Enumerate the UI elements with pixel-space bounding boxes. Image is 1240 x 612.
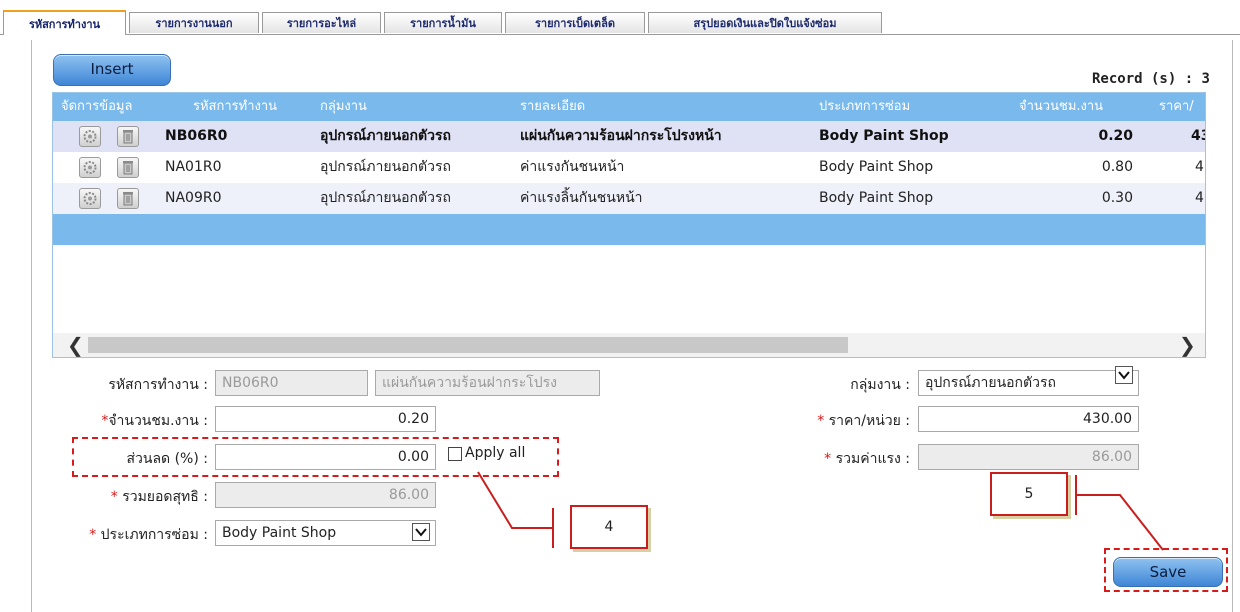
callout-5: 5 — [990, 472, 1068, 516]
callout-4: 4 — [570, 505, 648, 549]
save-button[interactable]: Save — [1113, 557, 1223, 587]
